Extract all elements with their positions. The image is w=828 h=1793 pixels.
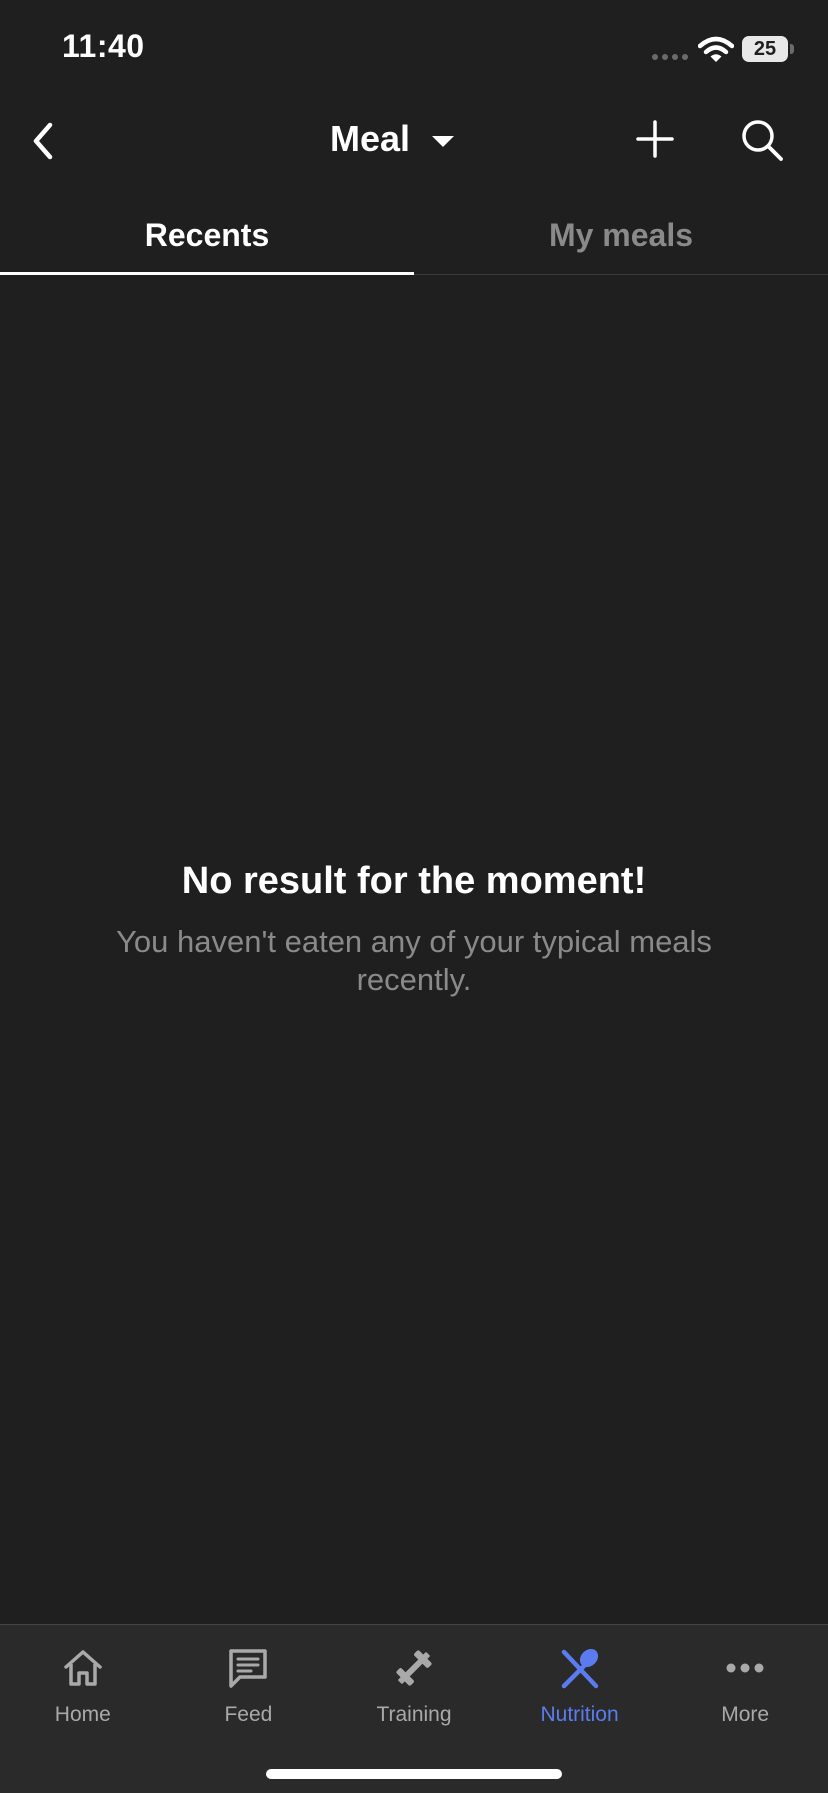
nav-item-home[interactable]: Home (3, 1645, 163, 1727)
chevron-left-icon (33, 122, 53, 160)
home-indicator (266, 1769, 562, 1779)
header: Meal (0, 100, 828, 184)
nav-item-nutrition[interactable]: Nutrition (500, 1645, 660, 1727)
nav-label-nutrition: Nutrition (540, 1703, 619, 1726)
add-button[interactable] (630, 114, 680, 164)
meal-screen: 11:40 25 Meal Recents My meals No result… (0, 0, 828, 1793)
wifi-icon (698, 36, 734, 62)
search-button[interactable] (736, 114, 788, 166)
signal-dots-icon (652, 54, 688, 60)
nav-label-training: Training (376, 1703, 452, 1726)
nav-item-training[interactable]: Training (334, 1645, 494, 1727)
more-dots-icon (722, 1645, 768, 1691)
plus-icon (636, 120, 674, 158)
utensils-icon (557, 1645, 603, 1691)
battery-icon: 25 (742, 36, 788, 62)
meal-type-dropdown[interactable]: Meal (330, 118, 455, 160)
empty-state: No result for the moment! You haven't ea… (0, 860, 828, 999)
home-icon (60, 1645, 106, 1691)
bottom-nav: Home Feed Training Nutrition More (0, 1624, 828, 1793)
status-bar: 11:40 25 (0, 0, 828, 100)
nav-label-more: More (721, 1703, 770, 1726)
search-icon (742, 120, 783, 161)
empty-state-title: No result for the moment! (181, 860, 647, 902)
nav-label-feed: Feed (224, 1703, 273, 1726)
tab-my-meals[interactable]: My meals (414, 196, 828, 274)
message-icon (225, 1645, 271, 1691)
back-button[interactable] (18, 116, 68, 166)
nav-item-feed[interactable]: Feed (168, 1645, 328, 1727)
empty-state-subtitle: You haven't eaten any of your typical me… (116, 924, 712, 997)
battery-level: 25 (753, 37, 777, 60)
tab-recents[interactable]: Recents (0, 196, 414, 275)
status-time: 11:40 (62, 28, 145, 64)
caret-down-icon (432, 135, 455, 147)
dumbbell-icon (391, 1645, 437, 1691)
nav-label-home: Home (54, 1703, 111, 1726)
nav-item-more[interactable]: More (665, 1645, 825, 1727)
battery-tip (790, 44, 794, 54)
page-title: Meal (330, 118, 411, 159)
tab-bar: Recents My meals (0, 196, 828, 275)
